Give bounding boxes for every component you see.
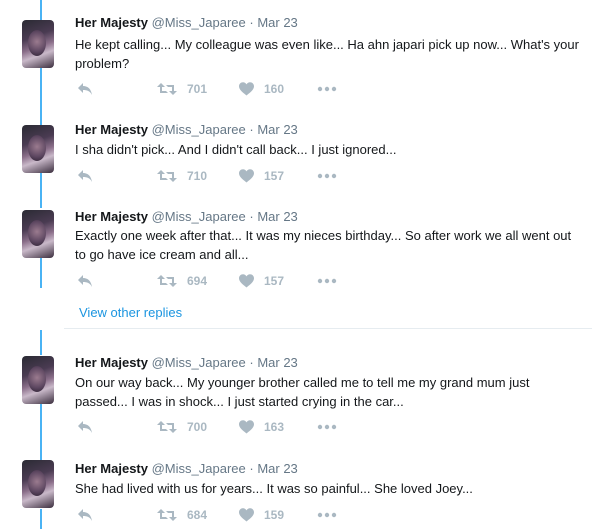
retweet-icon [157,275,177,287]
reply-button[interactable] [77,274,93,288]
more-button[interactable] [317,82,337,96]
tweet-header: Her Majesty @Miss_Japaree · Mar 23 [75,354,298,371]
more-button[interactable] [317,508,337,522]
tweet-text: She had lived with us for years... It wa… [75,481,473,496]
divider [64,328,592,329]
view-other-replies-link[interactable]: View other replies [79,305,182,320]
author-handle[interactable]: @Miss_Japaree [152,122,246,137]
thread-line [40,0,42,20]
separator: · [249,355,254,370]
author-handle[interactable]: @Miss_Japaree [152,461,246,476]
reply-button[interactable] [77,420,93,434]
tweet-text: I sha didn't pick... And I didn't call b… [75,142,397,157]
reply-button[interactable] [77,169,93,183]
tweet-actions: 700 163 [75,420,375,438]
retweet-button[interactable]: 700 [157,420,207,434]
tweet-text: On our way back... My younger brother ca… [75,375,530,409]
avatar[interactable] [22,20,54,68]
author-name[interactable]: Her Majesty [75,15,148,30]
more-button[interactable] [317,169,337,183]
more-icon [317,424,337,430]
thread-line [40,68,42,125]
retweet-button[interactable]: 701 [157,82,207,96]
thread-line [40,509,42,529]
reply-button[interactable] [77,82,93,96]
reply-icon [78,509,92,521]
more-button[interactable] [317,274,337,288]
thread-line [40,172,42,208]
author-name[interactable]: Her Majesty [75,355,148,370]
author-handle[interactable]: @Miss_Japaree [152,355,246,370]
reply-icon [78,83,92,95]
more-button[interactable] [317,420,337,434]
tweet-text: Exactly one week after that... It was my… [75,228,572,262]
avatar[interactable] [22,460,54,508]
like-count: 163 [264,420,285,434]
retweet-icon [157,83,177,95]
tweet-date[interactable]: Mar 23 [257,122,297,137]
retweet-count: 701 [187,82,208,96]
separator: · [249,461,254,476]
more-icon [317,86,337,92]
tweet-header: Her Majesty @Miss_Japaree · Mar 23 [75,460,298,477]
more-icon [317,173,337,179]
tweet-actions: 694 157 [75,274,375,292]
tweet-date[interactable]: Mar 23 [257,15,297,30]
like-button[interactable]: 157 [239,169,284,183]
thread-line [40,258,42,288]
avatar[interactable] [22,356,54,404]
separator: · [249,122,254,137]
tweet-text: He kept calling... My colleague was even… [75,37,579,71]
avatar[interactable] [22,210,54,258]
like-button[interactable]: 157 [239,274,284,288]
author-name[interactable]: Her Majesty [75,209,148,224]
retweet-icon [157,170,177,182]
avatar[interactable] [22,125,54,173]
retweet-icon [157,509,177,521]
retweet-count: 700 [187,420,208,434]
like-icon [239,420,254,434]
reply-icon [78,170,92,182]
tweet-date[interactable]: Mar 23 [257,209,297,224]
tweet-header: Her Majesty @Miss_Japaree · Mar 23 [75,14,298,31]
reply-button[interactable] [77,508,93,522]
separator: · [249,15,254,30]
tweet-date[interactable]: Mar 23 [257,355,297,370]
reply-icon [78,275,92,287]
tweet-header: Her Majesty @Miss_Japaree · Mar 23 [75,121,298,138]
like-count: 157 [264,274,285,288]
author-handle[interactable]: @Miss_Japaree [152,209,246,224]
reply-icon [78,421,92,433]
retweet-count: 694 [187,274,208,288]
author-handle[interactable]: @Miss_Japaree [152,15,246,30]
like-count: 159 [264,508,285,522]
tweet-actions: 701 160 [75,82,375,100]
retweet-icon [157,421,177,433]
tweet-date[interactable]: Mar 23 [257,461,297,476]
retweet-button[interactable]: 710 [157,169,207,183]
more-icon [317,278,337,284]
like-icon [239,82,254,96]
retweet-count: 684 [187,508,208,522]
author-name[interactable]: Her Majesty [75,122,148,137]
retweet-count: 710 [187,169,208,183]
tweet-header: Her Majesty @Miss_Japaree · Mar 23 [75,208,298,225]
retweet-button[interactable]: 694 [157,274,207,288]
thread-line [40,330,42,355]
like-icon [239,508,254,522]
like-icon [239,169,254,183]
tweet-actions: 684 159 [75,508,375,526]
like-button[interactable]: 163 [239,420,284,434]
like-count: 157 [264,169,285,183]
separator: · [249,209,254,224]
retweet-button[interactable]: 684 [157,508,207,522]
like-button[interactable]: 160 [239,82,284,96]
like-count: 160 [264,82,285,96]
more-icon [317,512,337,518]
like-icon [239,274,254,288]
like-button[interactable]: 159 [239,508,284,522]
thread-line [40,403,42,461]
tweet-actions: 710 157 [75,169,375,187]
author-name[interactable]: Her Majesty [75,461,148,476]
